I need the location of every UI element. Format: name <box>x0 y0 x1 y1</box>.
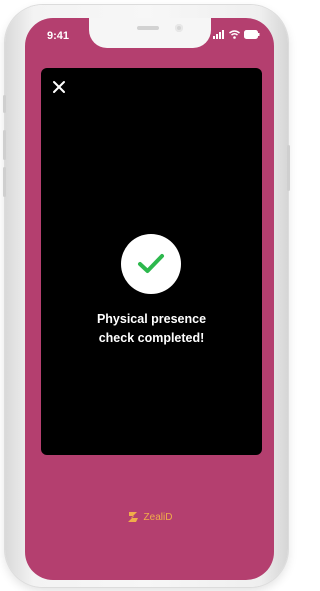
phone-side-button <box>3 95 6 113</box>
speaker-grille <box>137 26 159 30</box>
brand-name: ZealiD <box>143 511 173 523</box>
notch <box>89 18 211 48</box>
signal-icon <box>213 30 224 39</box>
phone-volume-down-button <box>3 167 6 197</box>
wifi-icon <box>229 30 240 39</box>
verification-message: Physical presence check completed! <box>51 310 252 348</box>
status-icons <box>213 30 260 39</box>
status-time: 9:41 <box>47 30 70 42</box>
brand-footer: ZealiD <box>25 510 274 524</box>
verification-message-line-1: Physical presence <box>96 312 207 326</box>
zealid-logo-icon <box>127 512 138 522</box>
front-camera <box>175 24 183 32</box>
verification-panel: Physical presence check completed! <box>41 68 262 455</box>
battery-icon <box>244 30 260 39</box>
checkmark-icon <box>138 254 164 273</box>
success-badge <box>121 234 181 294</box>
phone-power-button <box>287 145 290 191</box>
verification-message-line-2: check completed! <box>98 331 205 345</box>
phone-screen: 9:41 Physical presence check completed! … <box>25 18 274 580</box>
phone-volume-up-button <box>3 130 6 160</box>
close-icon[interactable] <box>51 79 67 95</box>
